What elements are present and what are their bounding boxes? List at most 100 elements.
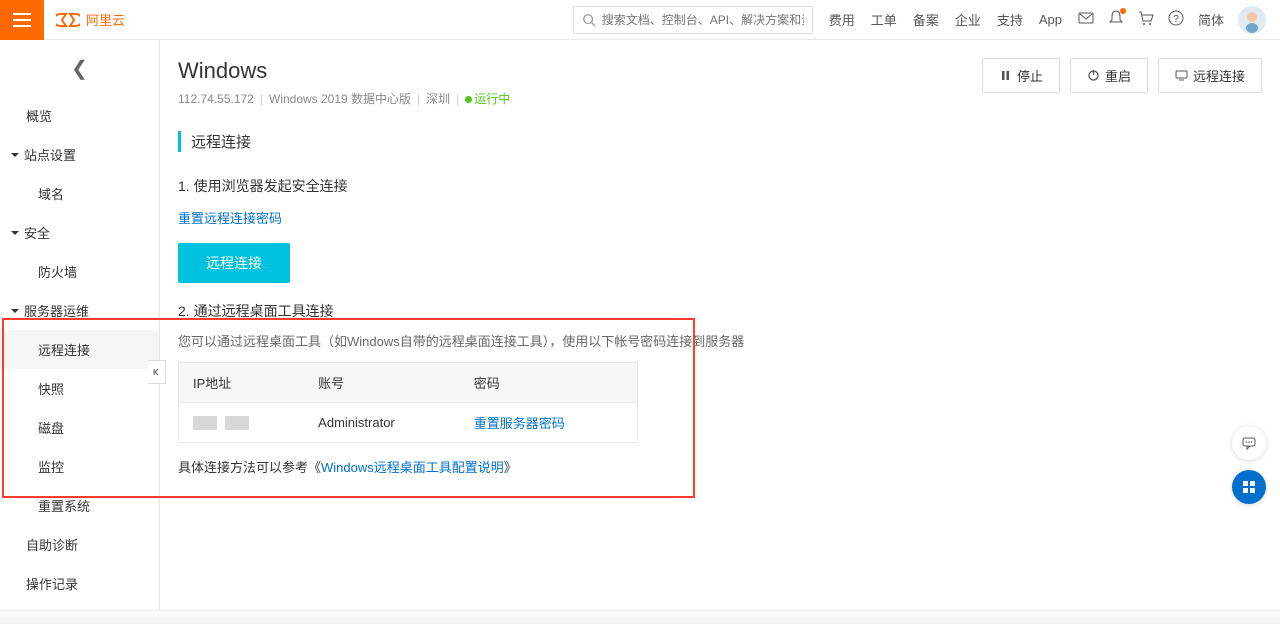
page-header: Windows 112.74.55.172 | Windows 2019 数据中… (178, 58, 1280, 107)
sidebar-item-snapshot[interactable]: 快照 (0, 369, 159, 408)
ip-masked (193, 416, 290, 430)
table-header-row: IP地址 账号 密码 (179, 363, 638, 403)
mask-block (225, 416, 249, 430)
separator: | (260, 92, 263, 106)
sidebar-label: 防火墙 (38, 265, 77, 280)
reset-remote-password-link[interactable]: 重置远程连接密码 (178, 208, 282, 227)
remote-connect-primary-button[interactable]: 远程连接 (178, 243, 290, 283)
step2-desc: 您可以通过远程桌面工具（如Windows自带的远程桌面连接工具），使用以下帐号密… (178, 331, 1280, 350)
feedback-button[interactable] (1232, 426, 1266, 460)
page-meta: 112.74.55.172 | Windows 2019 数据中心版 | 深圳 … (178, 90, 510, 107)
lang-switch[interactable]: 简体 (1198, 10, 1224, 29)
back-button[interactable]: ❮ (0, 40, 159, 96)
sidebar-item-overview[interactable]: 概览 (0, 96, 159, 135)
separator: | (456, 92, 459, 106)
nav-app[interactable]: App (1039, 12, 1062, 27)
chat-icon (1241, 435, 1257, 451)
remote-icon (1175, 69, 1188, 82)
notification-dot (1120, 8, 1126, 14)
brand-name: 阿里云 (86, 10, 125, 29)
bell-icon[interactable] (1108, 10, 1124, 29)
meta-ip: 112.74.55.172 (178, 92, 254, 106)
sidebar: ❮ 概览 站点设置 域名 安全 防火墙 服务器运维 远程连接 快照 磁盘 监控 … (0, 40, 160, 624)
sidebar-item-firewall[interactable]: 防火墙 (0, 252, 159, 291)
sidebar-label: 自助诊断 (26, 535, 78, 554)
brand[interactable]: 阿里云 (44, 10, 137, 29)
main-content: Windows 112.74.55.172 | Windows 2019 数据中… (160, 40, 1280, 624)
layout: ❮ 概览 站点设置 域名 安全 防火墙 服务器运维 远程连接 快照 磁盘 监控 … (0, 40, 1280, 624)
restart-icon (1087, 69, 1100, 82)
nav-enterprise[interactable]: 企业 (955, 10, 981, 29)
section-title: 远程连接 (178, 131, 1280, 152)
caret-down-icon (10, 306, 20, 316)
sidebar-item-remote[interactable]: 远程连接 (0, 330, 159, 369)
td-password: 重置服务器密码 (460, 403, 638, 443)
sidebar-item-self-diagnose[interactable]: 自助诊断 (0, 525, 159, 564)
sidebar-label: 站点设置 (24, 145, 76, 164)
th-account: 账号 (304, 363, 460, 403)
td-ip (179, 403, 305, 443)
grid-icon (1241, 479, 1257, 495)
sidebar-label: 概览 (26, 106, 52, 125)
th-password: 密码 (460, 363, 638, 403)
ref-suffix: 》 (504, 460, 517, 475)
sidebar-label: 远程连接 (38, 343, 90, 358)
sidebar-label: 服务器运维 (24, 301, 89, 320)
messages-icon[interactable] (1078, 10, 1094, 29)
page-title: Windows (178, 58, 510, 84)
ref-prefix: 具体连接方法可以参考《 (178, 460, 321, 475)
chevron-left-icon: ❮ (71, 56, 88, 81)
button-label: 远程连接 (1193, 66, 1245, 85)
stop-icon (999, 69, 1012, 82)
sidebar-item-reset-system[interactable]: 重置系统 (0, 486, 159, 525)
sidebar-item-disk[interactable]: 磁盘 (0, 408, 159, 447)
bottom-strip (0, 610, 1280, 624)
meta-region: 深圳 (426, 90, 450, 107)
brand-logo-icon (56, 12, 80, 28)
search-box[interactable] (573, 6, 813, 34)
restart-button[interactable]: 重启 (1070, 58, 1148, 93)
avatar[interactable] (1238, 6, 1266, 34)
reset-server-password-link[interactable]: 重置服务器密码 (474, 416, 565, 431)
remote-connect-button[interactable]: 远程连接 (1158, 58, 1262, 93)
reference-text: 具体连接方法可以参考《Windows远程桌面工具配置说明》 (178, 457, 1280, 476)
step2-title: 2. 通过远程桌面工具连接 (178, 301, 1280, 321)
rdp-doc-link[interactable]: Windows远程桌面工具配置说明 (321, 460, 504, 475)
nav-fee[interactable]: 费用 (829, 10, 855, 29)
top-header: 阿里云 费用 工单 备案 企业 支持 App ? 简体 (0, 0, 1280, 40)
caret-down-icon (10, 228, 20, 238)
table-row: Administrator 重置服务器密码 (179, 403, 638, 443)
help-icon[interactable]: ? (1168, 10, 1184, 29)
sidebar-label: 操作记录 (26, 574, 78, 593)
sidebar-label: 快照 (38, 382, 64, 397)
hamburger-icon (13, 13, 31, 27)
mask-block (193, 416, 217, 430)
apps-button[interactable] (1232, 470, 1266, 504)
nav-support[interactable]: 支持 (997, 10, 1023, 29)
cart-icon[interactable] (1138, 10, 1154, 29)
separator: | (417, 92, 420, 106)
search-input[interactable] (602, 13, 804, 27)
sidebar-section-site-settings[interactable]: 站点设置 (0, 135, 159, 174)
avatar-icon (1238, 6, 1266, 34)
sidebar-item-domain[interactable]: 域名 (0, 174, 159, 213)
connection-info-table: IP地址 账号 密码 Administrator (178, 362, 638, 443)
sidebar-label: 监控 (38, 460, 64, 475)
status-dot-icon (465, 96, 472, 103)
td-account: Administrator (304, 403, 460, 443)
sidebar-item-monitor[interactable]: 监控 (0, 447, 159, 486)
stop-button[interactable]: 停止 (982, 58, 1060, 93)
sidebar-section-security[interactable]: 安全 (0, 213, 159, 252)
status: 运行中 (465, 90, 510, 107)
sidebar-section-server-ops[interactable]: 服务器运维 (0, 291, 159, 330)
sidebar-label: 安全 (24, 223, 50, 242)
nav-ticket[interactable]: 工单 (871, 10, 897, 29)
nav-beian[interactable]: 备案 (913, 10, 939, 29)
search-icon (582, 13, 596, 27)
svg-text:?: ? (1173, 14, 1179, 25)
sidebar-item-op-log[interactable]: 操作记录 (0, 564, 159, 603)
hamburger-menu[interactable] (0, 0, 44, 40)
th-ip: IP地址 (179, 363, 305, 403)
sidebar-collapse-handle[interactable] (148, 360, 166, 384)
top-nav: 费用 工单 备案 企业 支持 App (813, 10, 1078, 29)
